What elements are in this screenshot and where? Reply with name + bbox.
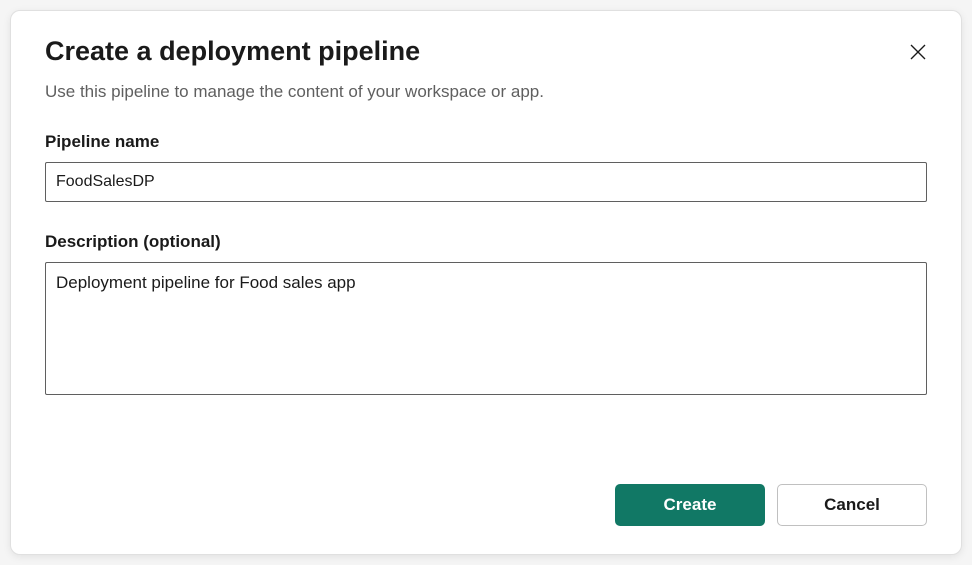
dialog-title: Create a deployment pipeline <box>45 35 420 67</box>
create-button[interactable]: Create <box>615 484 765 526</box>
dialog-footer: Create Cancel <box>45 460 927 526</box>
create-pipeline-dialog: Create a deployment pipeline Use this pi… <box>10 10 962 555</box>
cancel-button[interactable]: Cancel <box>777 484 927 526</box>
dialog-header: Create a deployment pipeline <box>45 35 927 68</box>
dialog-subtitle: Use this pipeline to manage the content … <box>45 82 927 102</box>
description-label: Description (optional) <box>45 232 927 252</box>
description-input[interactable] <box>45 262 927 395</box>
pipeline-name-label: Pipeline name <box>45 132 927 152</box>
pipeline-name-input[interactable] <box>45 162 927 202</box>
description-group: Description (optional) <box>45 232 927 400</box>
close-icon <box>909 43 927 64</box>
close-button[interactable] <box>905 39 931 68</box>
pipeline-name-group: Pipeline name <box>45 132 927 202</box>
